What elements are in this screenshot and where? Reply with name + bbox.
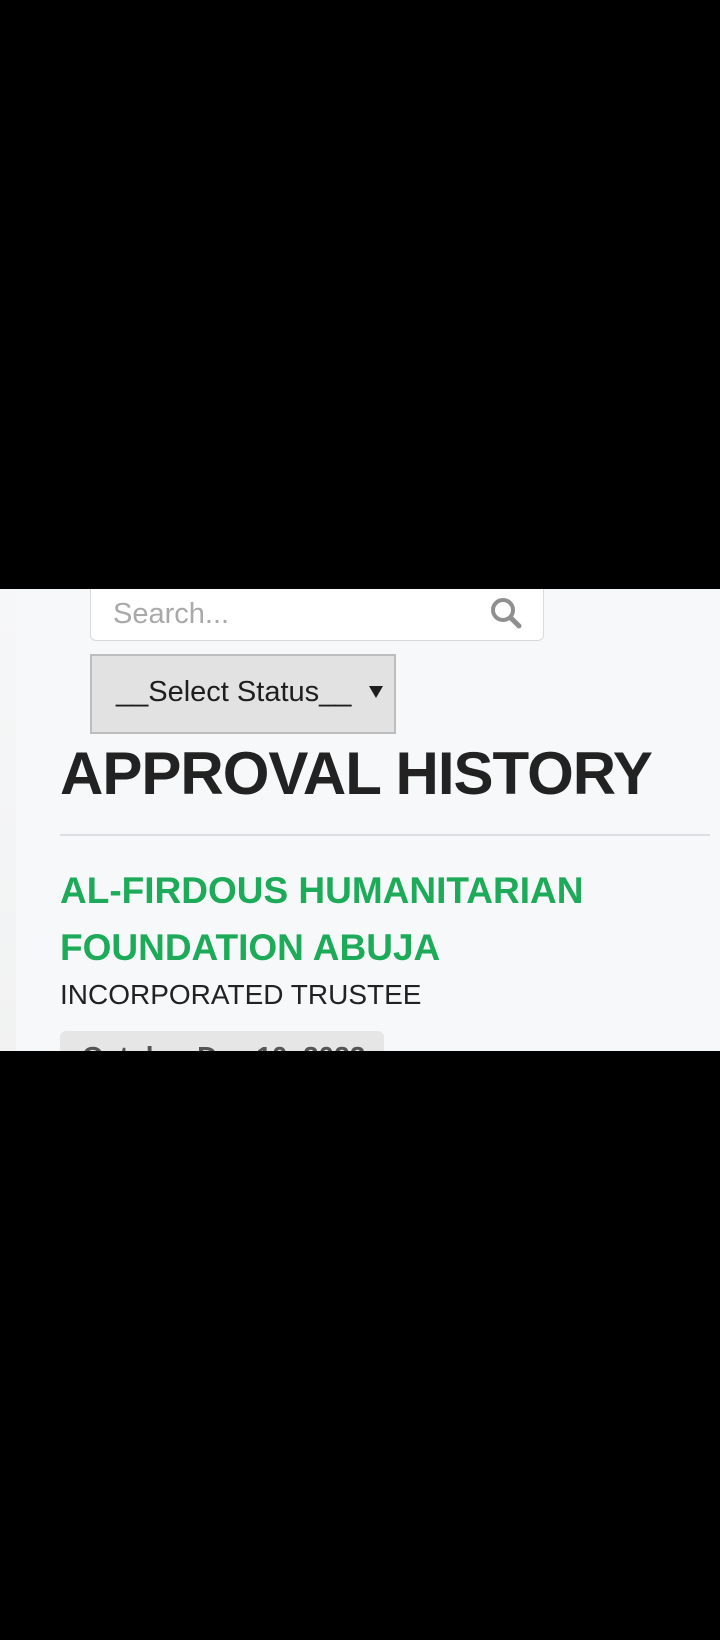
date-badge: October Dec 10, 2022	[60, 1031, 384, 1051]
divider	[60, 834, 710, 836]
search-input[interactable]	[111, 590, 475, 638]
organization-type: INCORPORATED TRUSTEE	[60, 979, 422, 1010]
chevron-down-icon	[369, 686, 383, 698]
approval-history-view: __Select Status__ APPROVAL HISTORY AL-FI…	[0, 589, 720, 1051]
search-icon[interactable]	[489, 596, 523, 630]
search-bar[interactable]	[90, 589, 544, 641]
organization-name[interactable]: AL-FIRDOUS HUMANITARIAN FOUNDATION ABUJA	[60, 862, 700, 976]
status-select-value: __Select Status__	[116, 676, 352, 708]
top-letterbox	[0, 0, 720, 589]
bottom-letterbox	[0, 1051, 720, 1640]
status-select[interactable]: __Select Status__	[90, 654, 396, 734]
page-title: APPROVAL HISTORY	[60, 740, 653, 807]
date-badge-text: October Dec 10, 2022	[82, 1041, 365, 1051]
